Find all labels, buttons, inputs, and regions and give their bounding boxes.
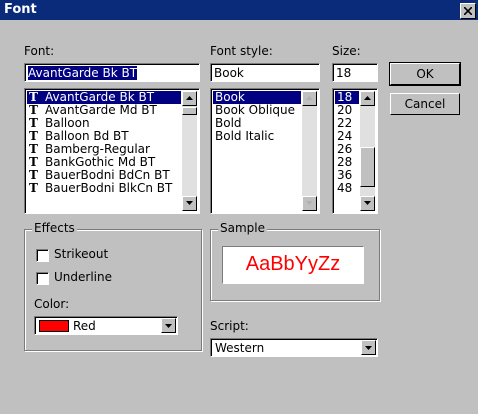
window-title: Font — [4, 2, 37, 17]
list-item-label: Book Oblique — [215, 103, 296, 117]
list-item-label: 48 — [337, 181, 353, 195]
chevron-down-icon — [165, 324, 172, 328]
list-item-label: 22 — [337, 116, 353, 130]
size-scrollbar[interactable] — [360, 91, 375, 211]
font-style-input[interactable]: Book — [210, 63, 320, 82]
font-style-listbox[interactable]: Book Book Oblique Bold Bold Italic — [210, 88, 320, 214]
list-item-label: 24 — [337, 129, 353, 143]
scroll-thumb[interactable] — [182, 107, 197, 115]
list-item-label: Bold — [215, 116, 242, 130]
size-label: Size: — [332, 44, 361, 58]
close-icon — [464, 7, 472, 15]
list-item-label: BauerBodni BdCn BT — [45, 168, 170, 182]
scroll-up-button[interactable] — [182, 91, 197, 106]
font-label: Font: — [24, 44, 55, 58]
arrow-down-icon — [306, 201, 313, 205]
color-select[interactable]: Red — [34, 316, 178, 335]
scroll-down-button[interactable] — [360, 196, 375, 211]
underline-checkbox[interactable] — [36, 272, 49, 285]
script-select[interactable]: Western — [210, 338, 378, 357]
dropdown-button[interactable] — [161, 318, 176, 333]
color-swatch — [39, 320, 69, 332]
sample-text: AaBbYyZz — [245, 253, 341, 275]
list-item-label: BauerBodni BlkCn BT — [45, 181, 173, 195]
font-name-input[interactable]: AvantGarde Bk BT — [24, 63, 200, 82]
script-value: Western — [215, 341, 265, 355]
color-label: Color: — [34, 297, 70, 311]
scroll-up-button[interactable] — [360, 91, 375, 106]
list-item-label: AvantGarde Md BT — [45, 103, 157, 117]
list-item[interactable]: Bold Italic — [213, 130, 301, 143]
script-label: Script: — [210, 319, 249, 333]
scroll-up-button[interactable] — [302, 91, 317, 106]
scroll-thumb[interactable] — [360, 147, 375, 187]
font-style-label: Font style: — [210, 44, 273, 58]
size-listbox[interactable]: 18 20 22 24 26 28 36 48 — [332, 88, 378, 214]
truetype-icon: T — [29, 181, 38, 195]
arrow-up-icon — [364, 96, 371, 100]
arrow-down-icon — [186, 201, 193, 205]
list-item-label: Balloon Bd BT — [45, 129, 129, 143]
scroll-down-button[interactable] — [302, 196, 317, 211]
arrow-up-icon — [306, 96, 313, 100]
arrow-down-icon — [364, 201, 371, 205]
title-bar: Font — [0, 0, 478, 20]
list-item-label: Bold Italic — [215, 129, 275, 143]
list-item-label: 26 — [337, 142, 353, 156]
sample-preview: AaBbYyZz — [222, 246, 364, 284]
list-item-label: Balloon — [45, 116, 90, 130]
list-item-label: Bamberg-Regular — [45, 142, 150, 156]
sample-title: Sample — [218, 221, 267, 235]
chevron-down-icon — [365, 346, 372, 350]
font-scrollbar[interactable] — [182, 91, 197, 211]
close-button[interactable] — [460, 3, 476, 19]
list-item-label: AvantGarde Bk BT — [45, 90, 155, 104]
list-item-label: 20 — [337, 103, 353, 117]
style-scrollbar[interactable] — [302, 91, 317, 211]
list-item[interactable]: 48 — [335, 182, 359, 195]
list-item[interactable]: T BauerBodni BlkCn BT — [27, 182, 181, 195]
strikeout-checkbox[interactable] — [36, 249, 49, 262]
font-listbox[interactable]: T AvantGarde Bk BT T AvantGarde Md BT T Ballo… — [24, 88, 200, 214]
size-input[interactable]: 18 — [332, 63, 378, 82]
list-item-label: Book — [215, 90, 245, 104]
cancel-button[interactable]: Cancel — [390, 93, 460, 115]
list-item-label: 18 — [337, 90, 353, 104]
ok-button[interactable]: OK — [389, 62, 461, 86]
dropdown-button[interactable] — [361, 340, 376, 355]
list-item-label: 36 — [337, 168, 353, 182]
color-value: Red — [73, 319, 96, 333]
arrow-up-icon — [186, 96, 193, 100]
underline-label: Underline — [54, 270, 112, 284]
strikeout-label: Strikeout — [54, 247, 109, 261]
scroll-down-button[interactable] — [182, 196, 197, 211]
effects-title: Effects — [32, 221, 77, 235]
list-item-label: BankGothic Md BT — [45, 155, 156, 169]
list-item-label: 28 — [337, 155, 353, 169]
